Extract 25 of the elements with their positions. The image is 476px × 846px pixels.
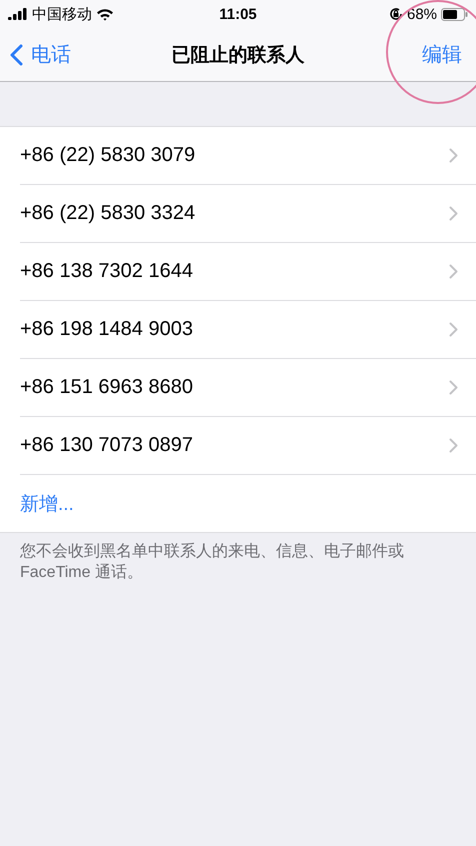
status-time: 11:05 [219,6,257,22]
blocked-number[interactable]: +86 (22) 5830 3324 [20,202,196,225]
blocked-number[interactable]: +86 151 6963 8680 [20,376,193,399]
battery-percent: 68% [406,6,438,22]
chevron-icon [449,438,458,453]
back-chevron-icon [10,44,23,66]
wifi-icon [96,8,114,20]
footer-note: 您不会收到黑名单中联系人的来电、信息、电子邮件或FaceTime 通话。 [19,542,405,583]
blocked-number[interactable]: +86 130 7073 0897 [20,434,193,457]
rotation-lock-icon [388,7,403,21]
edit-button[interactable]: 编辑 [418,41,466,68]
chevron-icon [449,148,458,163]
blocked-number[interactable]: +86 198 1484 9003 [20,318,193,341]
chevron-icon [449,322,458,337]
chevron-icon [449,206,458,221]
signal-icon [8,8,28,20]
add-new-link[interactable]: 新增... [20,490,74,516]
blocked-number[interactable]: +86 138 7302 1644 [20,260,193,283]
carrier-name: 中国移动 [32,4,92,24]
blocked-number[interactable]: +86 (22) 5830 3079 [20,144,196,167]
chevron-icon [449,380,458,395]
nav-title: 已阻止的联系人 [172,44,304,68]
battery-icon [441,8,468,20]
chevron-icon [449,264,458,279]
back-button[interactable]: 电话 [10,41,172,68]
